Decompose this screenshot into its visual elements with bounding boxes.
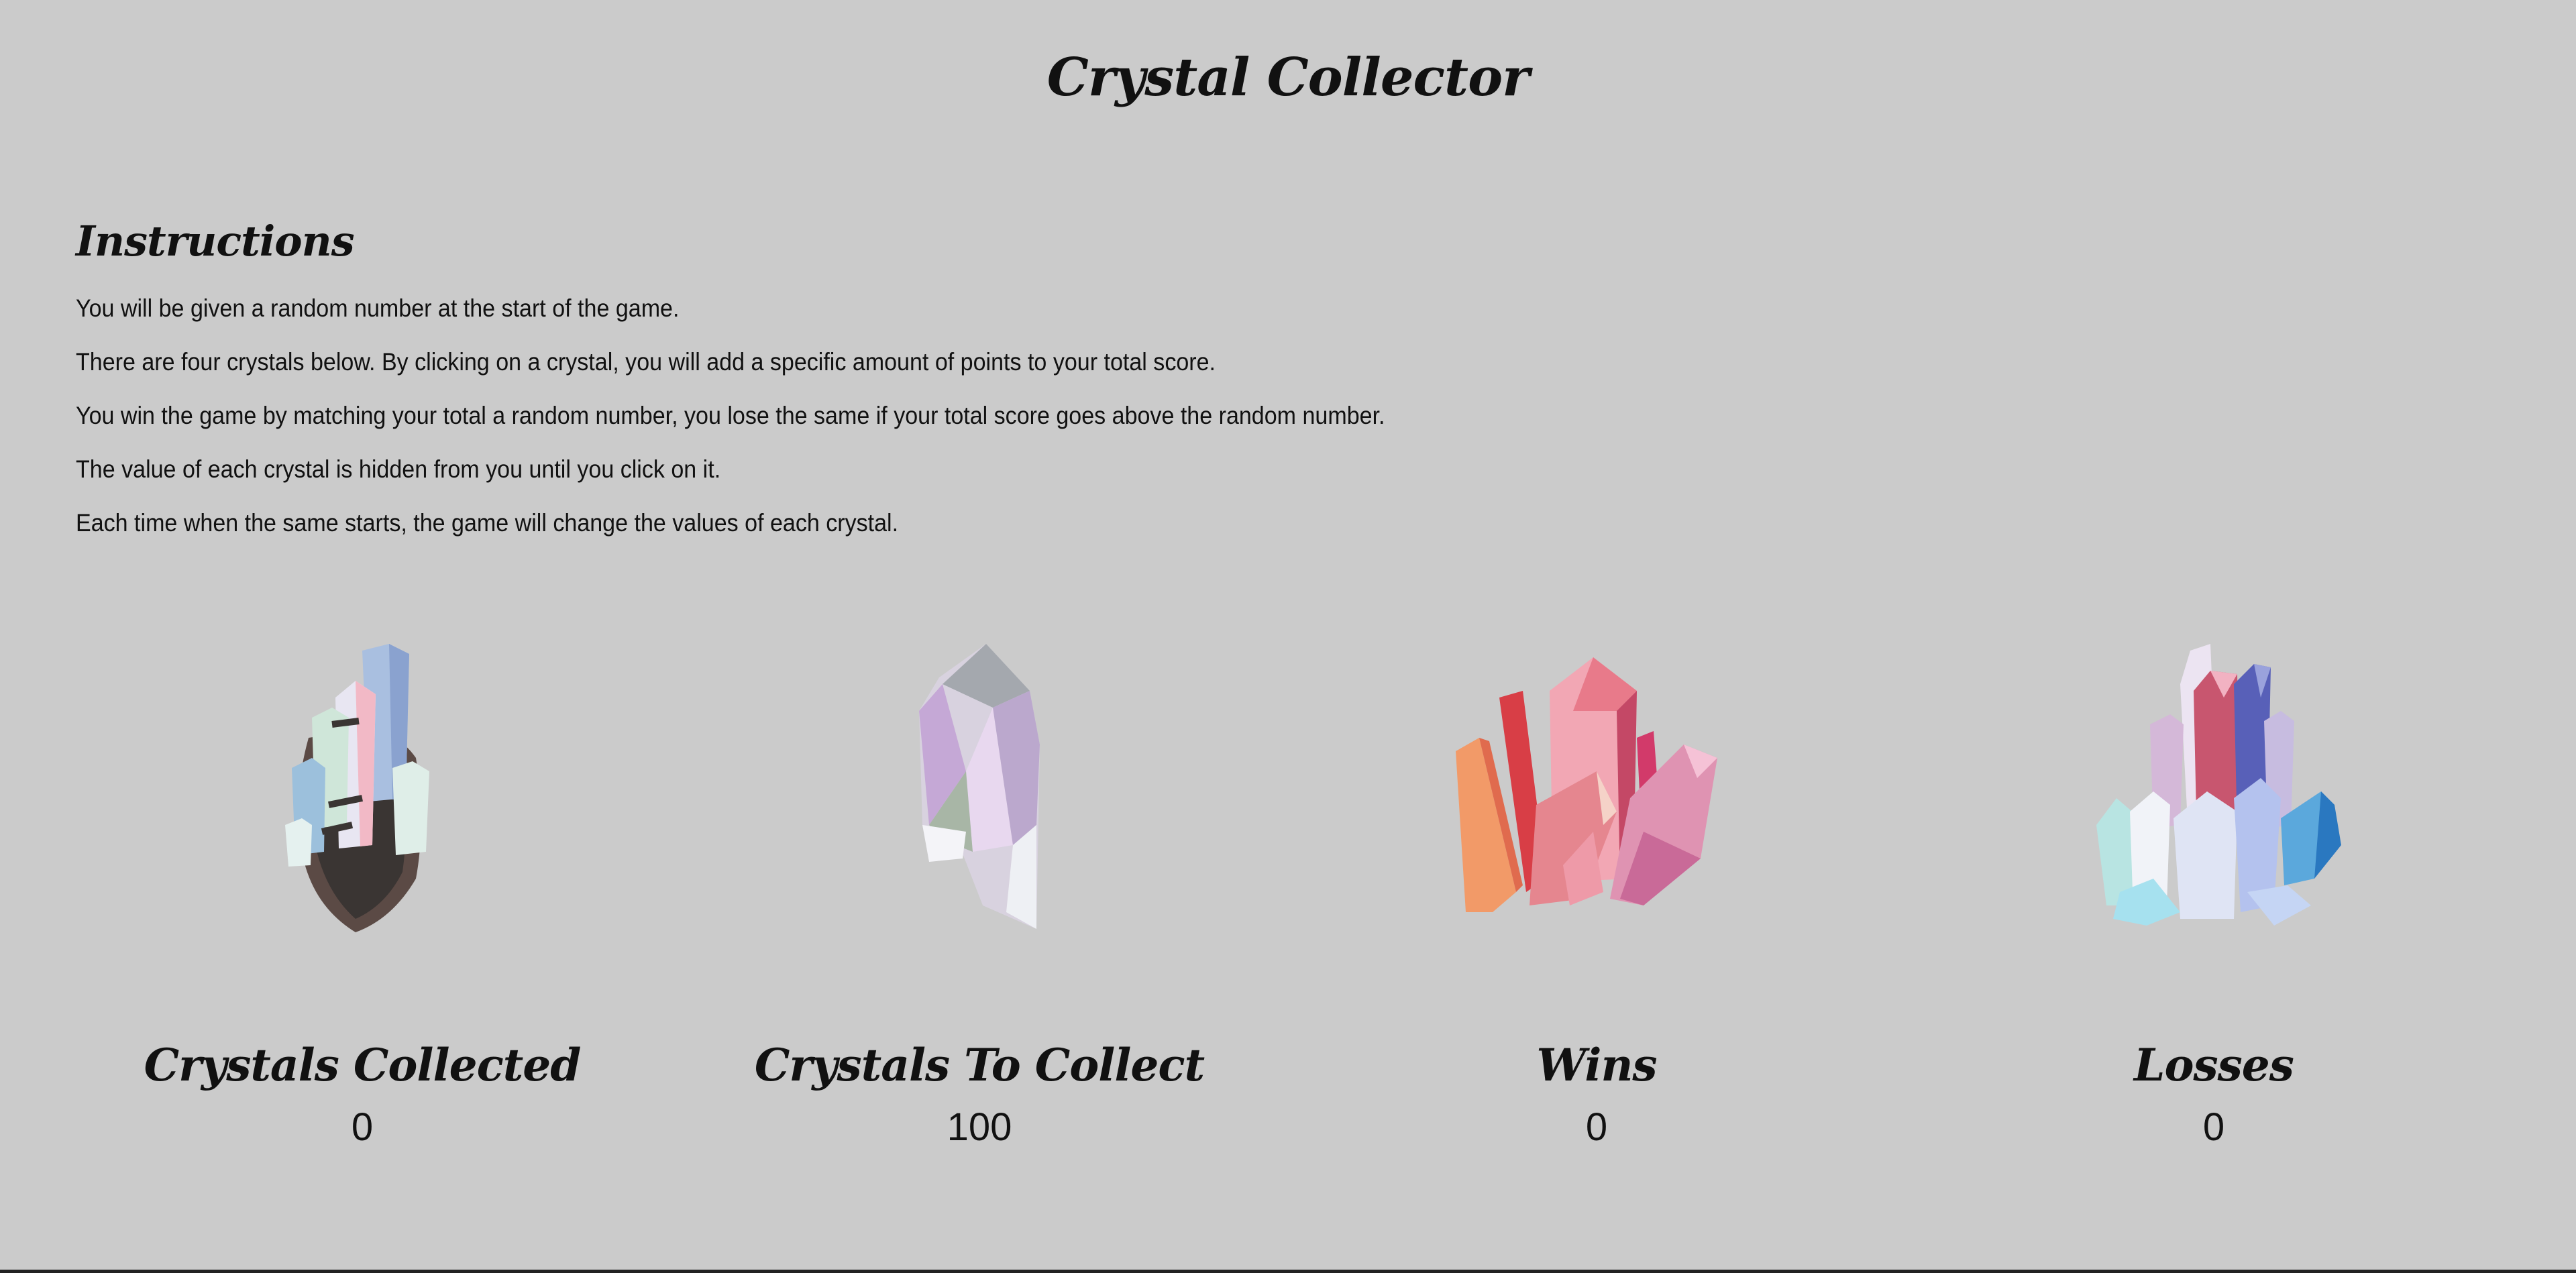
instructions-section: Instructions You will be given a random … (76, 209, 1820, 550)
instruction-line: You win the game by matching your total … (76, 402, 1385, 429)
crystals-to-collect-label: Crystals To Collect (754, 1039, 1205, 1091)
wins-stat: Wins 0 (1328, 1033, 1865, 1158)
crystal-button-4[interactable] (2046, 624, 2381, 939)
instructions-heading: Instructions (76, 217, 355, 266)
crystal-button-1[interactable] (191, 624, 527, 939)
instruction-line: Each time when the same starts, the game… (76, 509, 899, 537)
pink-crystal-cluster-icon (1456, 657, 1717, 912)
bottom-divider (0, 1270, 2576, 1273)
crystals-collected-value: 0 (351, 1105, 374, 1149)
crystals-to-collect-value: 100 (947, 1105, 1012, 1149)
wins-label: Wins (1536, 1039, 1657, 1091)
crystal-button-2[interactable] (812, 624, 1147, 939)
losses-label: Losses (2134, 1039, 2294, 1091)
instruction-line: There are four crystals below. By clicki… (76, 348, 1216, 376)
pastel-crystal-cluster-icon (2096, 644, 2341, 926)
page-title: Crystal Collector (1046, 47, 1529, 108)
crystals-collected-stat: Crystals Collected 0 (94, 1033, 631, 1158)
wins-value: 0 (1585, 1105, 1608, 1149)
crystal-row (0, 624, 2576, 946)
instruction-line: The value of each crystal is hidden from… (76, 455, 721, 483)
losses-stat: Losses 0 (1945, 1033, 2482, 1158)
clear-quartz-crystal-icon (919, 644, 1040, 929)
crystals-collected-label: Crystals Collected (144, 1039, 582, 1091)
losses-value: 0 (2202, 1105, 2225, 1149)
crystal-button-3[interactable] (1429, 624, 1764, 939)
instruction-line: You will be given a random number at the… (76, 294, 680, 322)
rock-crystal-cluster-icon (285, 644, 429, 932)
crystals-to-collect-stat: Crystals To Collect 100 (711, 1033, 1248, 1158)
